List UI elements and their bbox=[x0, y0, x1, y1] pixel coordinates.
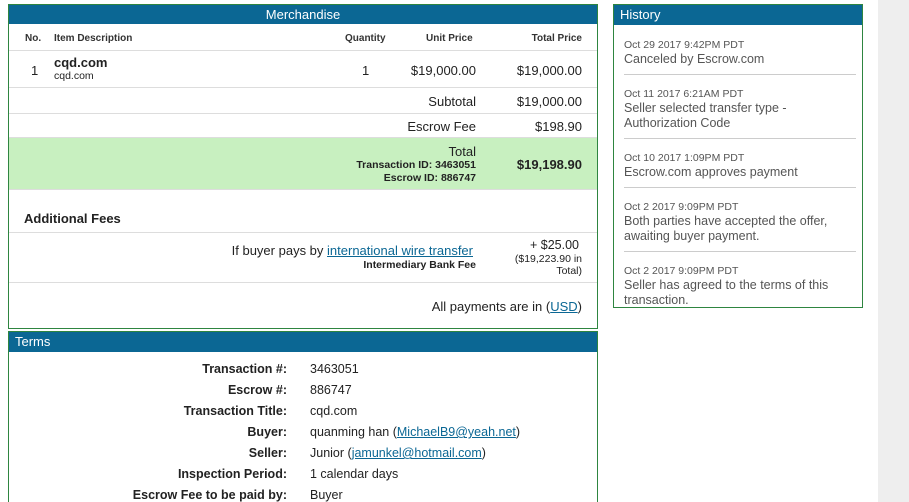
international-wire-transfer-link[interactable]: international wire transfer bbox=[327, 243, 473, 258]
term-escrow-number: Escrow #: 886747 bbox=[9, 383, 597, 404]
term-label: Seller: bbox=[248, 446, 287, 460]
term-value: 1 calendar days bbox=[310, 467, 399, 481]
total-value: $19,198.90 bbox=[516, 157, 582, 172]
col-no: No. bbox=[25, 33, 42, 44]
item-quantity: 1 bbox=[362, 63, 370, 78]
term-label: Transaction Title: bbox=[183, 404, 287, 418]
total-row: Total Transaction ID: 3463051 Escrow ID:… bbox=[9, 138, 597, 190]
term-value: 3463051 bbox=[310, 362, 359, 376]
wire-total-line1: ($19,223.90 in bbox=[514, 253, 582, 265]
buyer-close: ) bbox=[515, 425, 521, 439]
list-item: Oct 2 2017 9:09PM PDT Seller has agreed … bbox=[624, 252, 856, 315]
terms-panel: Terms Transaction #: 3463051 Escrow #: 8… bbox=[8, 331, 598, 502]
term-seller: Seller: Junior (jamunkel@hotmail.com) bbox=[9, 446, 597, 467]
history-text: Escrow.com approves payment bbox=[624, 165, 798, 179]
payments-currency-note: All payments are in (USD) bbox=[432, 299, 582, 314]
term-label: Inspection Period: bbox=[177, 467, 287, 481]
list-item: Oct 11 2017 6:21AM PDT Seller selected t… bbox=[624, 75, 856, 139]
history-date: Oct 29 2017 9:42PM PDT bbox=[624, 39, 745, 51]
history-text: Seller selected transfer type - Authoriz… bbox=[624, 101, 787, 130]
wire-fee-sub: Intermediary Bank Fee bbox=[363, 259, 476, 271]
history-date: Oct 2 2017 9:09PM PDT bbox=[624, 265, 739, 277]
escrow-id: Escrow ID: 886747 bbox=[383, 172, 476, 184]
history-date: Oct 2 2017 9:09PM PDT bbox=[624, 201, 739, 213]
term-transaction-number: Transaction #: 3463051 bbox=[9, 362, 597, 383]
history-date: Oct 11 2017 6:21AM PDT bbox=[624, 88, 744, 100]
seller-close: ) bbox=[481, 446, 486, 460]
col-total-price: Total Price bbox=[531, 33, 582, 44]
term-value: 886747 bbox=[310, 383, 352, 397]
payments-prefix: All payments are in ( bbox=[431, 299, 551, 314]
item-total-price: $19,000.00 bbox=[516, 63, 582, 78]
history-text: Both parties have accepted the offer, aw… bbox=[624, 214, 828, 243]
term-value: cqd.com bbox=[310, 404, 358, 418]
term-value: Junior (jamunkel@hotmail.com) bbox=[310, 446, 486, 460]
history-panel: History Oct 29 2017 9:42PM PDT Canceled … bbox=[613, 4, 863, 308]
escrow-fee-label: Escrow Fee bbox=[407, 119, 476, 134]
term-escrow-fee-paid-by: Escrow Fee to be paid by: Buyer bbox=[9, 488, 597, 502]
col-quantity: Quantity bbox=[345, 33, 386, 44]
wire-fee-text: If buyer pays by international wire tran… bbox=[232, 243, 473, 258]
terms-title: Terms bbox=[9, 332, 597, 352]
term-transaction-title: Transaction Title: cqd.com bbox=[9, 404, 597, 425]
escrow-fee-value: $198.90 bbox=[535, 119, 582, 134]
payments-suffix: ) bbox=[577, 299, 582, 314]
wire-total-line2: Total) bbox=[556, 265, 582, 277]
total-label: Total bbox=[448, 144, 476, 159]
wire-fee-amount: + $25.00 bbox=[529, 238, 579, 252]
item-no: 1 bbox=[31, 63, 39, 78]
buyer-name: quanming han ( bbox=[310, 425, 397, 439]
history-list: Oct 29 2017 9:42PM PDT Canceled by Escro… bbox=[614, 26, 862, 315]
transaction-id: Transaction ID: 3463051 bbox=[356, 159, 476, 171]
list-item: Oct 10 2017 1:09PM PDT Escrow.com approv… bbox=[624, 139, 856, 188]
buyer-email-link[interactable]: MichaelB9@yeah.net bbox=[397, 425, 516, 439]
term-label: Escrow #: bbox=[227, 383, 287, 397]
history-text: Seller has agreed to the terms of this t… bbox=[624, 278, 829, 307]
merchandise-title: Merchandise bbox=[9, 5, 597, 24]
term-label: Buyer: bbox=[247, 425, 287, 439]
wire-fee-row: If buyer pays by international wire tran… bbox=[9, 233, 597, 283]
table-row: 1 cqd.com cqd.com 1 $19,000.00 $19,000.0… bbox=[9, 51, 597, 88]
seller-email-link[interactable]: jamunkel@hotmail.com bbox=[352, 446, 482, 460]
history-text: Canceled by Escrow.com bbox=[624, 52, 765, 66]
subtotal-value: $19,000.00 bbox=[516, 94, 582, 109]
col-unit-price: Unit Price bbox=[426, 33, 473, 44]
term-label: Escrow Fee to be paid by: bbox=[132, 488, 287, 502]
history-date: Oct 10 2017 1:09PM PDT bbox=[624, 152, 745, 164]
list-item: Oct 2 2017 9:09PM PDT Both parties have … bbox=[624, 188, 856, 252]
item-unit-price: $19,000.00 bbox=[410, 63, 476, 78]
term-label: Transaction #: bbox=[202, 362, 287, 376]
item-name: cqd.com bbox=[54, 55, 108, 70]
item-subname: cqd.com bbox=[54, 70, 94, 82]
additional-fees-title: Additional Fees bbox=[24, 211, 121, 226]
usd-link[interactable]: USD bbox=[550, 299, 577, 314]
merchandise-panel: Merchandise No. Item Description Quantit… bbox=[8, 4, 598, 329]
col-item-description: Item Description bbox=[54, 33, 133, 44]
escrow-fee-row: Escrow Fee $198.90 bbox=[9, 114, 597, 138]
history-title: History bbox=[614, 5, 862, 25]
term-inspection-period: Inspection Period: 1 calendar days bbox=[9, 467, 597, 488]
subtotal-row: Subtotal $19,000.00 bbox=[9, 88, 597, 114]
list-item: Oct 29 2017 9:42PM PDT Canceled by Escro… bbox=[624, 26, 856, 75]
term-value: quanming han (MichaelB9@yeah.net) bbox=[310, 425, 520, 439]
merchandise-table-header: No. Item Description Quantity Unit Price… bbox=[9, 24, 597, 51]
term-buyer: Buyer: quanming han (MichaelB9@yeah.net) bbox=[9, 425, 597, 446]
wire-prefix: If buyer pays by bbox=[231, 243, 328, 258]
right-gutter bbox=[878, 0, 909, 502]
seller-name: Junior ( bbox=[310, 446, 352, 460]
subtotal-label: Subtotal bbox=[428, 94, 476, 109]
term-value: Buyer bbox=[310, 488, 343, 502]
